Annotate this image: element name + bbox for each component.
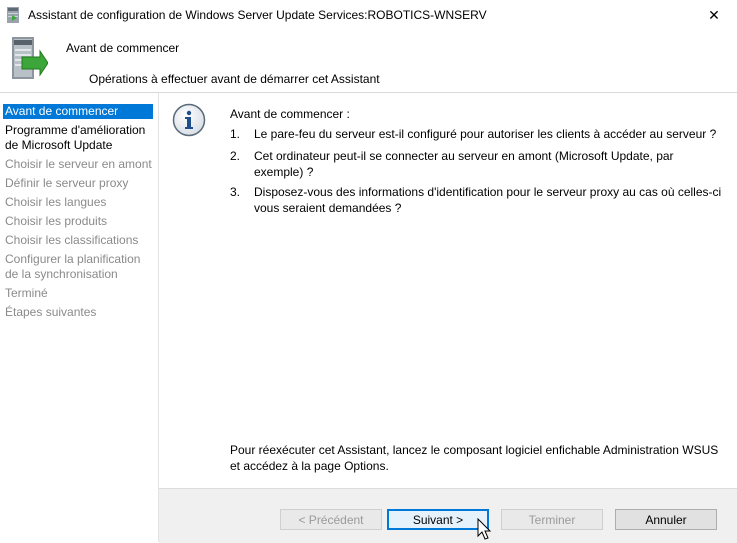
sidebar-item-serveur-amont[interactable]: Choisir le serveur en amont — [3, 157, 153, 172]
question-number: 2. — [230, 149, 241, 163]
sidebar-item-planification[interactable]: Configurer la planification de la synchr… — [3, 252, 153, 282]
wsus-server-icon — [7, 7, 19, 23]
wizard-content: Avant de commencer : 1. Le pare-feu du s… — [159, 93, 737, 488]
cancel-button[interactable]: Annuler — [615, 509, 717, 530]
button-bar: < Précédent Suivant > Terminer Annuler — [159, 488, 737, 543]
question-text: Cet ordinateur peut-il se connecter au s… — [254, 149, 674, 179]
wizard-steps-sidebar: Avant de commencer Programme d'améliorat… — [0, 93, 159, 542]
close-icon: ✕ — [708, 6, 720, 23]
question-text: Le pare-feu du serveur est-il configuré … — [254, 127, 717, 141]
page-subtitle: Opérations à effectuer avant de démarrer… — [89, 72, 380, 86]
question-number: 3. — [230, 185, 241, 199]
info-icon — [172, 103, 206, 137]
title-bar: Assistant de configuration de Windows Se… — [0, 0, 737, 30]
intro-text: Avant de commencer : — [230, 107, 350, 121]
rerun-note: Pour réexécuter cet Assistant, lancez le… — [230, 443, 719, 473]
close-button[interactable]: ✕ — [691, 0, 737, 30]
sidebar-item-avant-de-commencer[interactable]: Avant de commencer — [3, 104, 153, 119]
server-install-icon — [12, 37, 48, 79]
window-title: Assistant de configuration de Windows Se… — [28, 8, 487, 22]
sidebar-item-etapes-suivantes[interactable]: Étapes suivantes — [3, 305, 153, 320]
sidebar-item-termine[interactable]: Terminé — [3, 286, 153, 301]
sidebar-item-programme-amelioration[interactable]: Programme d'amélioration de Microsoft Up… — [3, 123, 153, 153]
sidebar-item-classifications[interactable]: Choisir les classifications — [3, 233, 153, 248]
sidebar-item-produits[interactable]: Choisir les produits — [3, 214, 153, 229]
next-button[interactable]: Suivant > — [387, 509, 489, 530]
question-text: Disposez-vous des informations d'identif… — [254, 185, 722, 215]
page-title: Avant de commencer — [66, 41, 180, 55]
finish-button[interactable]: Terminer — [501, 509, 603, 530]
question-number: 1. — [230, 127, 241, 141]
wizard-header: Avant de commencer Opérations à effectue… — [0, 30, 737, 92]
sidebar-item-serveur-proxy[interactable]: Définir le serveur proxy — [3, 176, 153, 191]
previous-button[interactable]: < Précédent — [280, 509, 382, 530]
mouse-cursor-icon — [477, 518, 492, 540]
sidebar-item-langues[interactable]: Choisir les langues — [3, 195, 153, 210]
